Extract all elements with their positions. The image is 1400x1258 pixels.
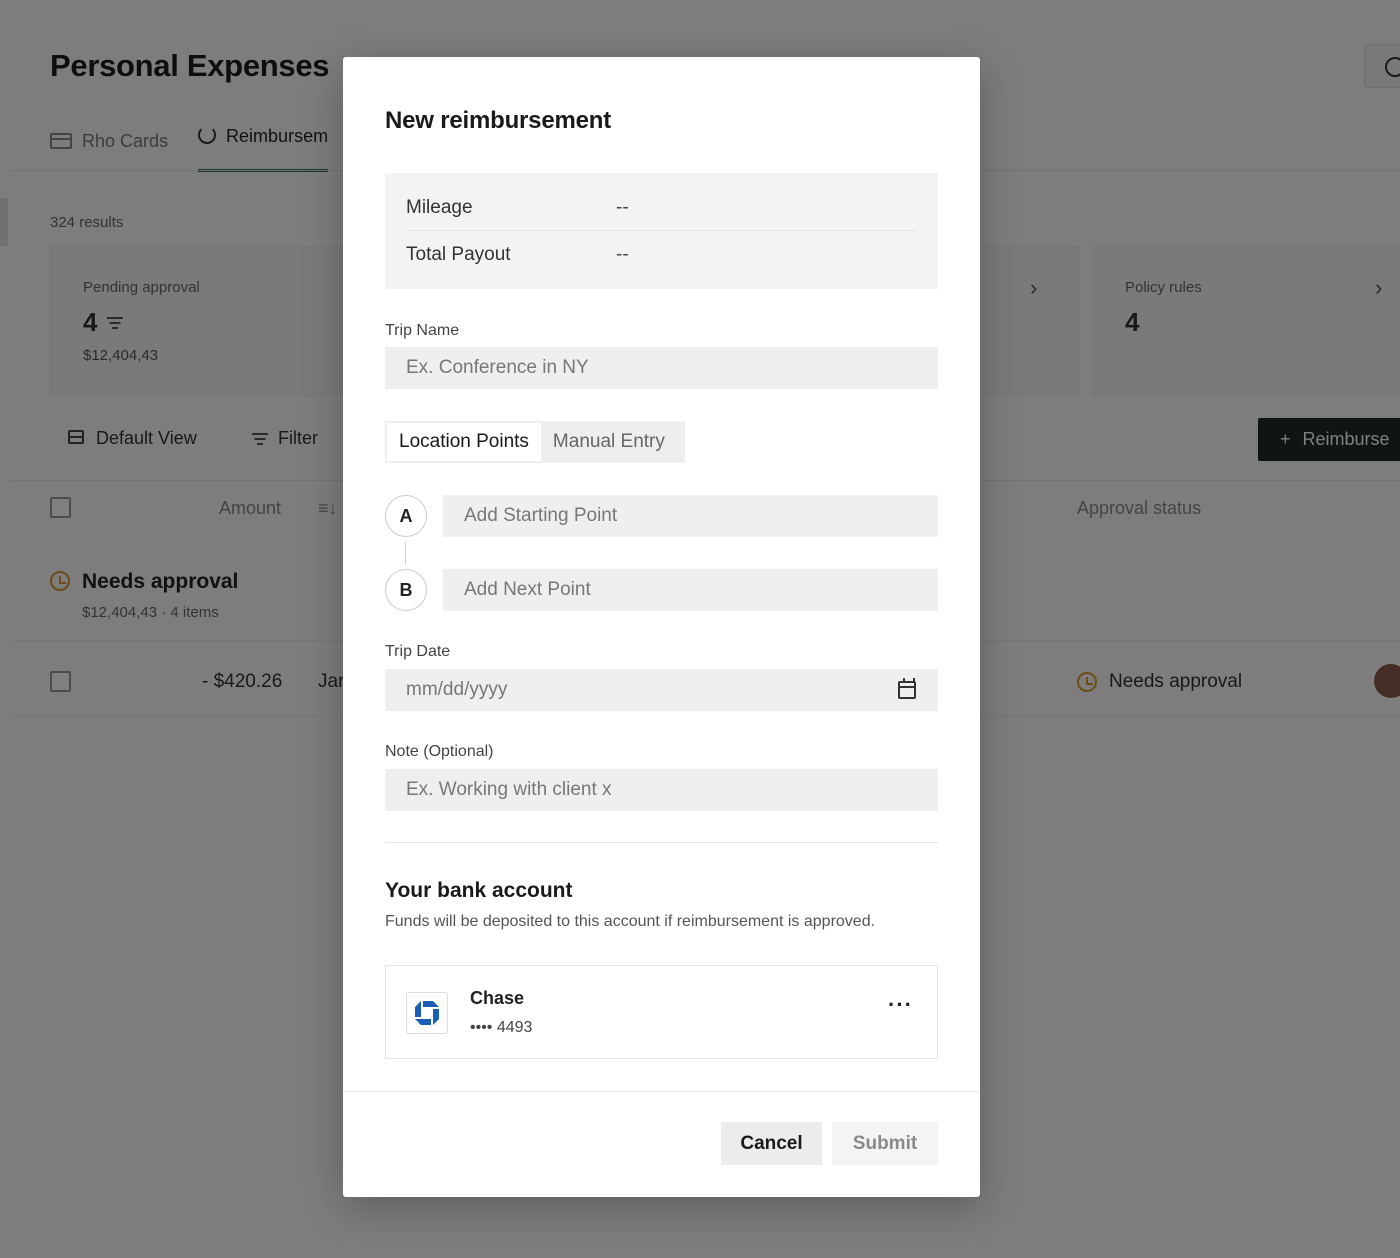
- note-label: Note (Optional): [385, 743, 494, 760]
- tab-location-points[interactable]: Location Points: [387, 423, 541, 461]
- summary-key: Total Payout: [406, 244, 511, 265]
- point-marker-b: B: [385, 569, 427, 611]
- cancel-button[interactable]: Cancel: [721, 1122, 822, 1165]
- trip-name-label: Trip Name: [385, 322, 460, 339]
- point-marker-a: A: [385, 495, 427, 537]
- entry-mode-toggle: Location Points Manual Entry: [385, 421, 685, 463]
- trip-date-placeholder: mm/dd/yyyy: [406, 679, 508, 700]
- route-connector: [405, 542, 406, 564]
- trip-date-input[interactable]: mm/dd/yyyy: [385, 669, 938, 711]
- bank-section-title: Your bank account: [385, 879, 573, 902]
- footer-divider: [343, 1091, 980, 1092]
- summary-row-mileage: Mileage --: [406, 185, 917, 231]
- chase-logo-icon: [406, 992, 448, 1034]
- section-divider: [385, 842, 938, 843]
- trip-date-label: Trip Date: [385, 643, 451, 660]
- trip-name-input[interactable]: Ex. Conference in NY: [385, 347, 938, 389]
- summary-divider: [406, 230, 917, 231]
- note-input[interactable]: Ex. Working with client x: [385, 769, 938, 811]
- new-reimbursement-modal: New reimbursement Mileage -- Total Payou…: [343, 57, 980, 1197]
- bank-account-card: Chase •••• 4493 ···: [385, 965, 938, 1059]
- summary-value: --: [616, 197, 629, 218]
- bank-name: Chase: [470, 988, 525, 1008]
- mileage-summary: Mileage -- Total Payout --: [385, 173, 938, 289]
- bank-section-subtitle: Funds will be deposited to this account …: [385, 913, 876, 930]
- modal-title: New reimbursement: [385, 107, 612, 134]
- starting-point-input[interactable]: Add Starting Point: [443, 495, 938, 537]
- summary-key: Mileage: [406, 197, 473, 218]
- summary-row-total-payout: Total Payout --: [406, 232, 917, 278]
- next-point-input[interactable]: Add Next Point: [443, 569, 938, 611]
- submit-button[interactable]: Submit: [832, 1122, 938, 1165]
- summary-value: --: [616, 244, 629, 265]
- tab-manual-entry[interactable]: Manual Entry: [541, 423, 677, 461]
- bank-account-number: •••• 4493: [470, 1019, 533, 1036]
- calendar-icon[interactable]: [898, 678, 916, 699]
- more-options-icon[interactable]: ···: [888, 992, 913, 1018]
